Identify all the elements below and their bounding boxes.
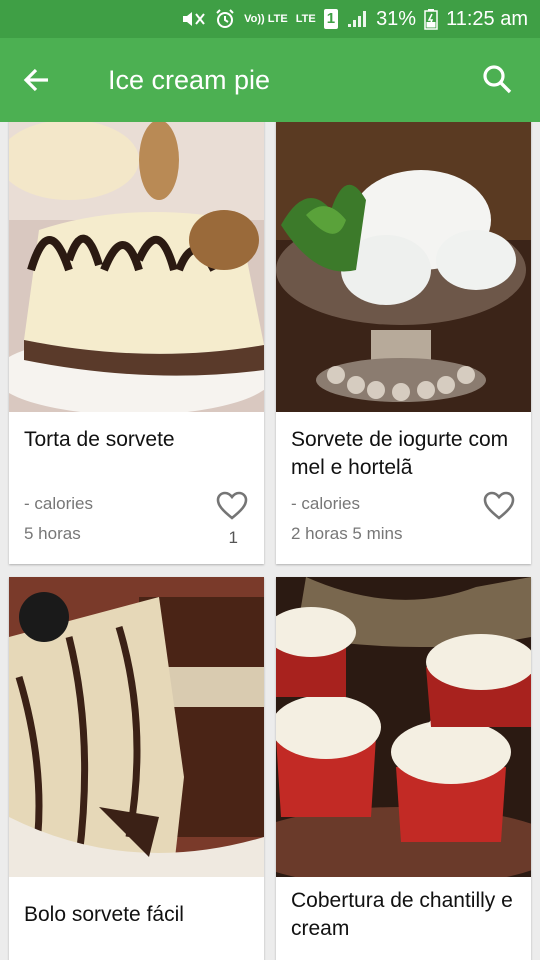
recipe-photo — [276, 577, 531, 877]
search-icon — [483, 65, 512, 94]
recipe-title: Sorvete de iogurte com mel e hortelã — [291, 428, 509, 479]
lte-indicator: LTE — [295, 12, 316, 25]
signal-icon — [346, 9, 368, 29]
recipe-title: Cobertura de chantilly e cream — [291, 889, 513, 940]
page-title: Ice cream pie — [108, 65, 271, 95]
recipe-card[interactable]: Cobertura de chantilly e cream — [276, 577, 531, 960]
like-count: 1 — [228, 528, 238, 547]
recipe-card[interactable]: Torta de sorvete - calories 5 horas 1 — [9, 122, 264, 564]
status-icons: Vo)) LTE LTE 1 31% 11:25 am — [180, 0, 540, 38]
recipe-time: 2 horas 5 mins — [291, 524, 403, 543]
arrow-back-icon — [23, 68, 48, 92]
app-bar: Ice cream pie — [0, 38, 540, 122]
heart-outline-icon — [483, 491, 515, 520]
sim-badge: 1 — [323, 9, 339, 29]
recipe-calories: - calories — [291, 494, 360, 513]
heart-outline-icon — [216, 491, 248, 520]
battery-percent: 31% — [376, 7, 417, 30]
search-button[interactable] — [480, 62, 514, 96]
recipe-card[interactable]: Sorvete de iogurte com mel e hortelã - c… — [276, 122, 531, 564]
recipe-time: 5 horas — [24, 524, 81, 543]
recipe-grid: Torta de sorvete - calories 5 horas 1 So… — [0, 122, 540, 960]
recipe-photo — [276, 122, 531, 412]
status-bar: Vo)) LTE LTE 1 31% 11:25 am — [0, 0, 540, 38]
volte-indicator: Vo)) LTE — [244, 12, 288, 25]
clock: 11:25 am — [446, 7, 528, 30]
favorite-button[interactable] — [483, 491, 515, 521]
mute-icon — [180, 8, 206, 30]
back-button[interactable] — [20, 63, 54, 97]
battery-icon — [424, 8, 438, 30]
favorite-button[interactable] — [216, 491, 248, 521]
recipe-photo — [9, 577, 264, 877]
alarm-icon — [214, 8, 236, 30]
recipe-calories: - calories — [24, 494, 93, 513]
recipe-title: Bolo sorvete fácil — [24, 903, 184, 926]
recipe-title: Torta de sorvete — [24, 428, 175, 451]
recipe-card[interactable]: Bolo sorvete fácil — [9, 577, 264, 960]
recipe-photo — [9, 122, 264, 412]
